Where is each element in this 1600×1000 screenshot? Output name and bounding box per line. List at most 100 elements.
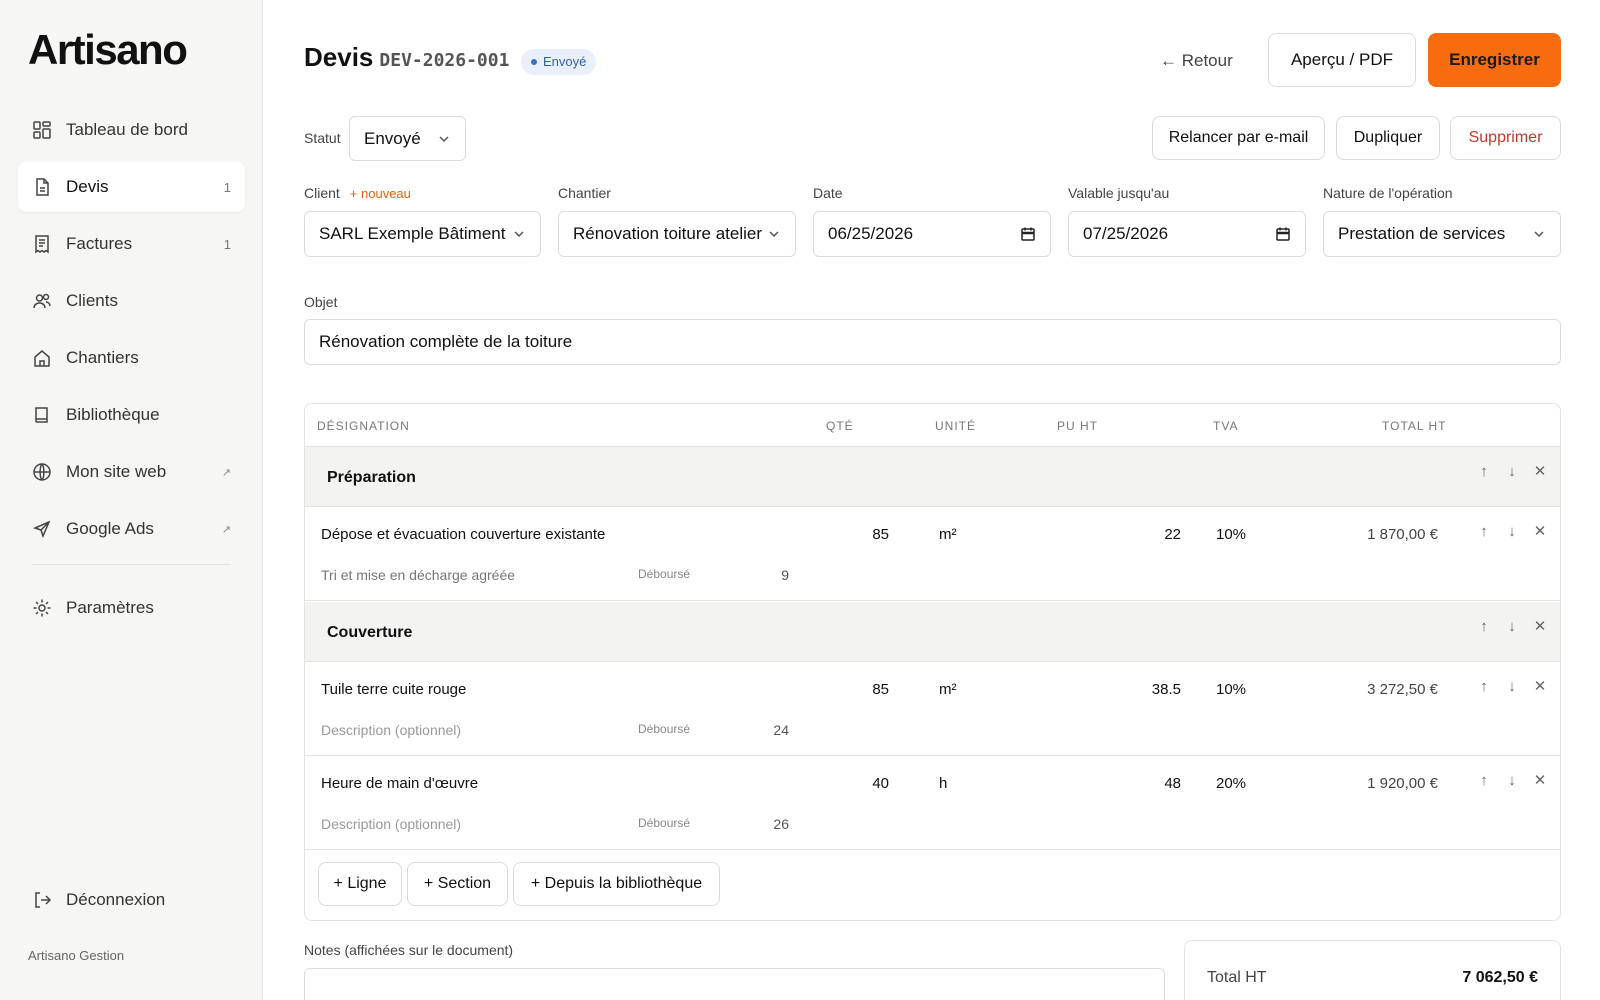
nature-select-value: Prestation de services bbox=[1338, 224, 1506, 243]
line-total-value: 3 272,50 € bbox=[1367, 681, 1438, 698]
save-button[interactable]: Enregistrer bbox=[1428, 33, 1561, 87]
sidebar-item-dashboard[interactable]: Tableau de bord bbox=[18, 105, 245, 155]
row-actions: ↑ ↓ ✕ bbox=[1476, 523, 1548, 541]
client-select[interactable]: SARL Exemple Bâtiment bbox=[304, 211, 541, 257]
sidebar-divider bbox=[32, 564, 231, 565]
close-icon[interactable]: ✕ bbox=[1532, 772, 1548, 789]
line-designation[interactable]: Dépose et évacuation couverture existant… bbox=[321, 526, 605, 543]
back-button[interactable]: ← Retour bbox=[1160, 49, 1233, 73]
line-description[interactable]: Description (optionnel) bbox=[321, 816, 461, 832]
client-label: Client + nouveau bbox=[304, 185, 411, 201]
table-footer: + Ligne + Section + Depuis la bibliothèq… bbox=[305, 850, 1560, 920]
debourse-value-text: 26 bbox=[773, 816, 789, 832]
arrow-up-icon[interactable]: ↑ bbox=[1476, 463, 1492, 480]
debourse-label: Déboursé bbox=[638, 722, 691, 736]
line-total-value: 1 920,00 € bbox=[1367, 775, 1438, 792]
main-content: Devis DEV-2026-001 Envoyé ← Retour Aperç… bbox=[263, 0, 1600, 1000]
sidebar-item-chantiers[interactable]: Chantiers bbox=[18, 333, 245, 383]
line-unit[interactable]: m² bbox=[939, 526, 957, 543]
arrow-down-icon[interactable]: ↓ bbox=[1504, 678, 1520, 695]
section-row: Couverture ↑ ↓ ✕ bbox=[305, 602, 1560, 662]
arrow-down-icon[interactable]: ↓ bbox=[1504, 523, 1520, 540]
close-icon[interactable]: ✕ bbox=[1532, 618, 1548, 635]
calendar-icon[interactable] bbox=[1275, 226, 1291, 242]
remind-email-button[interactable]: Relancer par e-mail bbox=[1152, 116, 1325, 160]
sidebar-item-devis[interactable]: Devis 1 bbox=[18, 162, 245, 212]
object-input[interactable]: Rénovation complète de la toiture bbox=[304, 319, 1561, 365]
arrow-down-icon[interactable]: ↓ bbox=[1504, 772, 1520, 789]
line-unit[interactable]: h bbox=[939, 775, 947, 792]
sidebar-item-label: Clients bbox=[66, 291, 118, 310]
nature-select[interactable]: Prestation de services bbox=[1323, 211, 1561, 257]
notes-textarea[interactable] bbox=[304, 968, 1165, 1000]
line-description[interactable]: Description (optionnel) bbox=[321, 722, 461, 738]
add-section-button[interactable]: + Section bbox=[407, 862, 508, 906]
sidebar-item-factures[interactable]: Factures 1 bbox=[18, 219, 245, 269]
valid-until-input[interactable]: 07/25/2026 bbox=[1068, 211, 1306, 257]
line-designation[interactable]: Tuile terre cuite rouge bbox=[321, 681, 466, 698]
row-actions: ↑ ↓ ✕ bbox=[1476, 463, 1548, 481]
sidebar-item-site-web[interactable]: Mon site web ↗ bbox=[18, 447, 245, 497]
chevron-down-icon bbox=[1532, 226, 1546, 240]
sidebar-item-parametres[interactable]: Paramètres bbox=[18, 583, 245, 633]
sidebar-item-label: Google Ads bbox=[66, 519, 154, 538]
line-designation[interactable]: Heure de main d'œuvre bbox=[321, 775, 478, 792]
col-total: TOTAL HT bbox=[1382, 419, 1447, 433]
object-label: Objet bbox=[304, 294, 338, 310]
duplicate-button[interactable]: Dupliquer bbox=[1336, 116, 1440, 160]
row-actions: ↑ ↓ ✕ bbox=[1476, 678, 1548, 696]
new-client-link[interactable]: + nouveau bbox=[350, 186, 411, 201]
page-title: Devis DEV-2026-001 bbox=[304, 42, 509, 73]
section-title[interactable]: Couverture bbox=[327, 624, 412, 642]
close-icon[interactable]: ✕ bbox=[1532, 463, 1548, 480]
sidebar-item-label: Paramètres bbox=[66, 598, 154, 617]
arrow-up-icon[interactable]: ↑ bbox=[1476, 772, 1492, 789]
add-line-button[interactable]: + Ligne bbox=[318, 862, 402, 906]
arrow-up-icon[interactable]: ↑ bbox=[1476, 618, 1492, 635]
arrow-down-icon[interactable]: ↓ bbox=[1504, 463, 1520, 480]
external-link-icon: ↗ bbox=[221, 523, 231, 536]
sidebar-item-google-ads[interactable]: Google Ads ↗ bbox=[18, 504, 245, 554]
preview-pdf-button[interactable]: Aperçu / PDF bbox=[1268, 33, 1416, 87]
gear-icon bbox=[32, 598, 52, 618]
table-row: Dépose et évacuation couverture existant… bbox=[305, 507, 1560, 601]
logout-icon bbox=[32, 890, 52, 910]
debourse-value-text: 9 bbox=[781, 567, 789, 583]
sidebar-item-label: Tableau de bord bbox=[66, 120, 188, 139]
sidebar-item-bibliotheque[interactable]: Bibliothèque bbox=[18, 390, 245, 440]
app-logo[interactable]: Artisano bbox=[28, 26, 188, 74]
debourse-label: Déboursé bbox=[638, 816, 691, 830]
close-icon[interactable]: ✕ bbox=[1532, 678, 1548, 695]
building-icon bbox=[32, 348, 52, 368]
line-tva[interactable]: 10% bbox=[1216, 681, 1246, 698]
line-tva[interactable]: 10% bbox=[1216, 526, 1246, 543]
arrow-up-icon[interactable]: ↑ bbox=[1476, 678, 1492, 695]
table-row: Heure de main d'œuvre 40 h 48 20% 1 920,… bbox=[305, 756, 1560, 850]
valid-until-label: Valable jusqu'au bbox=[1068, 185, 1170, 201]
logout-label: Déconnexion bbox=[66, 890, 166, 909]
calendar-icon[interactable] bbox=[1020, 226, 1036, 242]
footer-brand: Artisano Gestion bbox=[28, 948, 125, 963]
col-pu: PU HT bbox=[1057, 419, 1098, 433]
section-title[interactable]: Préparation bbox=[327, 469, 416, 487]
site-select-value: Rénovation toiture atelier bbox=[573, 224, 763, 243]
line-description[interactable]: Tri et mise en décharge agréée bbox=[321, 567, 515, 583]
line-pu-value: 48 bbox=[1164, 775, 1181, 792]
line-tva[interactable]: 20% bbox=[1216, 775, 1246, 792]
sidebar-item-clients[interactable]: Clients bbox=[18, 276, 245, 326]
status-select[interactable]: Envoyé bbox=[349, 116, 466, 161]
close-icon[interactable]: ✕ bbox=[1532, 523, 1548, 540]
page-title-text: Devis bbox=[304, 42, 374, 72]
quote-lines-table: DÉSIGNATION QTÉ UNITÉ PU HT TVA TOTAL HT… bbox=[304, 403, 1561, 921]
col-tva: TVA bbox=[1213, 419, 1239, 433]
logout-button[interactable]: Déconnexion bbox=[32, 890, 165, 910]
arrow-up-icon[interactable]: ↑ bbox=[1476, 523, 1492, 540]
line-unit[interactable]: m² bbox=[939, 681, 957, 698]
delete-button[interactable]: Supprimer bbox=[1450, 116, 1561, 160]
chevron-down-icon bbox=[512, 226, 526, 240]
site-select[interactable]: Rénovation toiture atelier bbox=[558, 211, 796, 257]
add-from-library-button[interactable]: + Depuis la bibliothèque bbox=[513, 862, 720, 906]
date-input[interactable]: 06/25/2026 bbox=[813, 211, 1051, 257]
arrow-down-icon[interactable]: ↓ bbox=[1504, 618, 1520, 635]
total-ht-value: 7 062,50 € bbox=[1462, 969, 1538, 986]
